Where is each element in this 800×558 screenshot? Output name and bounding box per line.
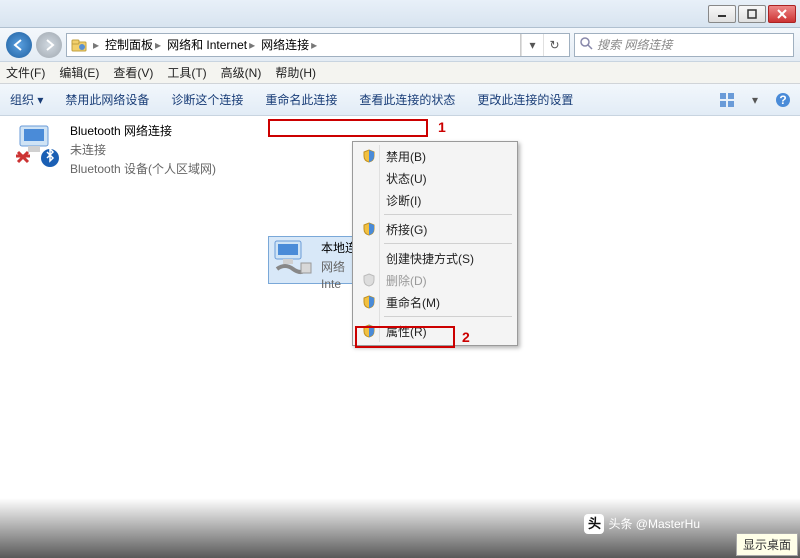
breadcrumb-network-internet[interactable]: 网络和 Internet ▸ [167, 36, 255, 53]
address-row: ▸ 控制面板 ▸ 网络和 Internet ▸ 网络连接 ▸ ▾ ↻ 搜索 网络… [0, 28, 800, 62]
dropdown-arrow-icon[interactable]: ▾ [521, 34, 543, 56]
ctx-diagnose[interactable]: 诊断(I) [356, 189, 514, 211]
ctx-delete: 删除(D) [356, 269, 514, 291]
ctx-status[interactable]: 状态(U) [356, 167, 514, 189]
shield-icon [361, 221, 377, 237]
address-bar[interactable]: ▸ 控制面板 ▸ 网络和 Internet ▸ 网络连接 ▸ ▾ ↻ [66, 33, 570, 57]
toolbar-organize[interactable]: 组织 ▾ [10, 91, 43, 108]
search-icon [579, 36, 593, 53]
toolbar-disable-device[interactable]: 禁用此网络设备 [65, 91, 149, 108]
menu-bar: 文件(F) 编辑(E) 查看(V) 工具(T) 高级(N) 帮助(H) [0, 62, 800, 84]
annotation-label-2: 2 [462, 329, 470, 345]
toolbar-change-settings[interactable]: 更改此连接的设置 [477, 91, 573, 108]
menu-help[interactable]: 帮助(H) [275, 64, 316, 81]
annotation-label-1: 1 [438, 119, 446, 135]
menu-edit[interactable]: 编辑(E) [59, 64, 99, 81]
bluetooth-device: Bluetooth 设备(个人区域网) [70, 160, 216, 177]
menu-view[interactable]: 查看(V) [113, 64, 153, 81]
connection-bluetooth[interactable]: Bluetooth 网络连接 未连接 Bluetooth 设备(个人区域网) [14, 122, 264, 177]
content-area: Bluetooth 网络连接 未连接 Bluetooth 设备(个人区域网) 本… [0, 116, 800, 132]
svg-text:?: ? [779, 93, 786, 107]
window-buttons [708, 5, 796, 23]
show-desktop-button[interactable]: 显示桌面 [736, 533, 798, 556]
ctx-create-shortcut[interactable]: 创建快捷方式(S) [356, 247, 514, 269]
menu-file[interactable]: 文件(F) [6, 64, 45, 81]
title-bar [0, 0, 800, 28]
search-placeholder: 搜索 网络连接 [597, 36, 672, 53]
menu-advanced[interactable]: 高级(N) [221, 64, 262, 81]
maximize-button[interactable] [738, 5, 766, 23]
view-mode-icon[interactable] [718, 91, 736, 109]
toolbar-view-status[interactable]: 查看此连接的状态 [359, 91, 455, 108]
toolbar: 组织 ▾ 禁用此网络设备 诊断这个连接 重命名此连接 查看此连接的状态 更改此连… [0, 84, 800, 116]
shield-icon [361, 294, 377, 310]
close-button[interactable] [768, 5, 796, 23]
context-menu: 禁用(B) 状态(U) 诊断(I) 桥接(G) 创建快捷方式(S) 删除(D) … [352, 141, 518, 346]
watermark: 头头条 @MasterHu [584, 513, 700, 534]
back-button[interactable] [6, 32, 32, 58]
shield-icon [361, 323, 377, 339]
network-folder-icon [71, 37, 87, 53]
bluetooth-name: Bluetooth 网络连接 [70, 122, 216, 139]
ctx-rename[interactable]: 重命名(M) [356, 291, 514, 313]
ctx-bridge[interactable]: 桥接(G) [356, 218, 514, 240]
bluetooth-connection-icon [14, 122, 62, 170]
breadcrumb-network-connections[interactable]: 网络连接 ▸ [261, 36, 317, 53]
ctx-disable[interactable]: 禁用(B) [356, 145, 514, 167]
help-icon[interactable]: ? [774, 91, 792, 109]
menu-tools[interactable]: 工具(T) [167, 64, 206, 81]
shield-icon-disabled [361, 272, 377, 288]
local-connection-icon [271, 239, 313, 281]
annotation-box-1 [268, 119, 428, 137]
search-input[interactable]: 搜索 网络连接 [574, 33, 794, 57]
toolbar-rename[interactable]: 重命名此连接 [265, 91, 337, 108]
view-dropdown-icon[interactable]: ▾ [746, 91, 764, 109]
minimize-button[interactable] [708, 5, 736, 23]
forward-button[interactable] [36, 32, 62, 58]
bluetooth-status: 未连接 [70, 141, 216, 158]
watermark-icon: 头 [584, 514, 604, 534]
toolbar-diagnose[interactable]: 诊断这个连接 [171, 91, 243, 108]
ctx-properties[interactable]: 属性(R) [356, 320, 514, 342]
chevron-icon: ▸ [93, 38, 99, 52]
refresh-icon[interactable]: ↻ [543, 34, 565, 56]
breadcrumb-control-panel[interactable]: 控制面板 ▸ [105, 36, 161, 53]
shield-icon [361, 148, 377, 164]
